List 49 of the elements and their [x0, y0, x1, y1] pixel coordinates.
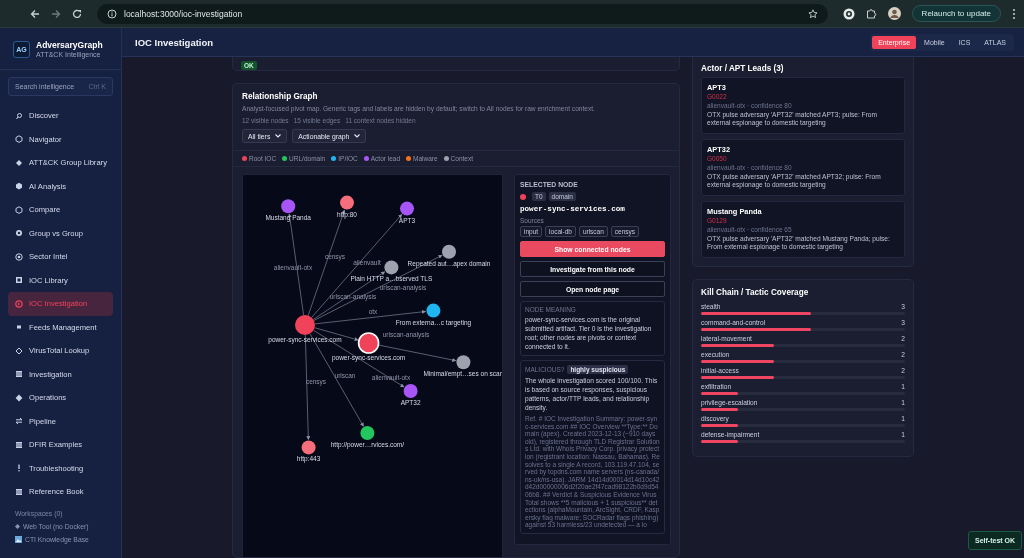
extension-icon[interactable] [842, 7, 855, 20]
url-text: localhost:3000/ioc-investigation [124, 8, 244, 19]
star-icon[interactable] [807, 8, 818, 19]
graph-node[interactable] [426, 303, 441, 318]
forward-icon[interactable] [51, 8, 61, 19]
graph-node[interactable] [360, 426, 375, 440]
hexagon-icon [15, 135, 23, 144]
graph-node[interactable] [301, 440, 316, 455]
panel-icon [15, 370, 23, 379]
back-icon[interactable] [30, 8, 40, 19]
hexagon-icon [15, 182, 23, 191]
record-icon [15, 299, 23, 308]
diamond-icon [15, 346, 23, 355]
diamond-icon [15, 158, 23, 167]
graph-node[interactable] [403, 384, 418, 398]
puzzle-icon[interactable] [865, 8, 877, 19]
diamond-icon [15, 393, 23, 402]
more-icon[interactable] [1012, 7, 1016, 20]
card-title: Actor / APT Leads (3) [701, 64, 785, 73]
picture-icon [15, 535, 22, 543]
graph-node[interactable] [384, 260, 399, 275]
graph-node[interactable] [340, 195, 354, 210]
square-icon [15, 276, 23, 285]
graph-node[interactable] [357, 332, 380, 354]
app-name: AdversaryGraph [36, 40, 103, 50]
book-icon [15, 487, 23, 496]
chevron-icon [354, 134, 361, 138]
graph-node[interactable] [456, 355, 471, 370]
swap-icon [15, 417, 23, 426]
diamond-icon [15, 523, 20, 529]
target-icon [15, 252, 23, 261]
alert-icon [15, 464, 23, 473]
card-title: Relationship Graph [242, 92, 319, 101]
page-title: IOC Investigation [135, 36, 214, 48]
relaunch-button[interactable]: Relaunch to update [911, 5, 1001, 22]
info-icon [107, 8, 117, 19]
avatar-icon[interactable] [887, 7, 901, 20]
chevron-icon [275, 134, 282, 138]
address-bar[interactable]: localhost:3000/ioc-investigation [97, 3, 828, 24]
card-title: Kill Chain / Tactic Coverage [701, 288, 810, 297]
reload-icon[interactable] [72, 8, 82, 19]
search-icon [15, 111, 23, 120]
dot-icon [15, 229, 23, 238]
graph-node[interactable] [295, 315, 315, 335]
graph-node[interactable] [442, 244, 456, 259]
graph-node[interactable] [400, 201, 414, 216]
hexagon-icon [15, 205, 23, 214]
panel-icon [15, 440, 23, 449]
graph-node[interactable] [281, 199, 296, 214]
